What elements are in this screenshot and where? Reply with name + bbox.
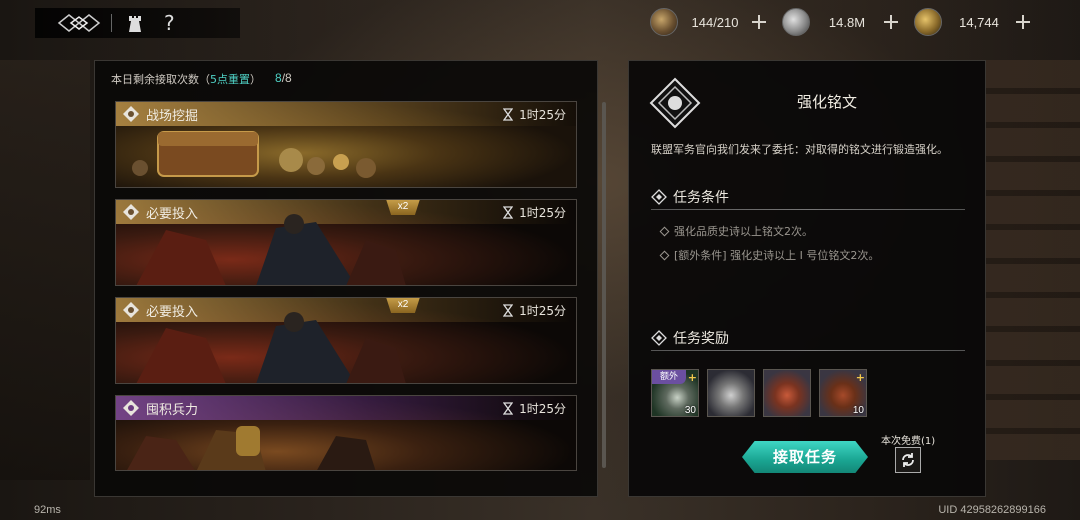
hourglass-icon <box>503 206 514 219</box>
conditions-heading: 任务条件 <box>651 187 729 207</box>
dig-icon <box>123 106 139 122</box>
mission-list: 战场挖掘 1时25分 必要投入 x2 1时25分 必要投入 x2 1时25分 囤… <box>115 101 577 482</box>
reward-plus-icon: + <box>687 371 697 384</box>
daily-count-row: 本日剩余接取次数（5点重置） 8/8 <box>111 71 292 87</box>
tower-icon[interactable] <box>124 12 146 34</box>
mission-title: 战场挖掘 <box>146 108 199 124</box>
add-silver-button[interactable] <box>882 13 900 31</box>
mission-list-panel: 本日剩余接取次数（5点重置） 8/8 战场挖掘 1时25分 必要投入 x2 1时… <box>94 60 598 497</box>
section-diamond-icon <box>651 189 667 205</box>
refresh-button[interactable] <box>895 447 921 473</box>
resource-value: 14.8M <box>828 14 866 30</box>
divider <box>111 14 112 32</box>
mission-timer: 1时25分 <box>503 106 566 123</box>
reward-item[interactable] <box>763 369 811 417</box>
resource-stamina: 144/210 <box>650 8 768 36</box>
mission-description: 联盟军务官向我们发来了委托：对取得的铭文进行锻造强化。 <box>651 143 948 156</box>
axe-icon <box>650 8 678 36</box>
reward-qty: 30 <box>684 405 696 416</box>
rewards-heading: 任务奖励 <box>651 328 729 348</box>
user-id: UID 42958262899166 <box>938 504 1046 516</box>
reward-item[interactable] <box>707 369 755 417</box>
mission-card[interactable]: 战场挖掘 1时25分 <box>115 101 577 188</box>
helmet-icon <box>123 204 139 220</box>
mission-title: 囤积兵力 <box>146 402 199 418</box>
daily-count-value: 8/8 <box>275 71 292 85</box>
mission-timer: 1时25分 <box>503 400 566 417</box>
resource-gold: 14,744 <box>914 8 1032 36</box>
mission-card[interactable]: 必要投入 x2 1时25分 <box>115 199 577 286</box>
mission-timer: 1时25分 <box>503 302 566 319</box>
add-gold-button[interactable] <box>1014 13 1032 31</box>
resource-value: 144/210 <box>691 14 739 30</box>
daily-count-label: 本日剩余接取次数（5点重置） <box>111 73 261 86</box>
condition-item-extra: [额外条件] 强化史诗以上 I 号位铭文2次。 <box>659 247 879 263</box>
extra-reward-tag: 额外 <box>652 370 686 384</box>
help-icon[interactable]: ? <box>164 11 175 35</box>
add-stamina-button[interactable] <box>750 13 768 31</box>
section-divider <box>651 209 965 210</box>
mission-list-scrollbar[interactable] <box>602 102 606 468</box>
reward-item[interactable]: + 10 <box>819 369 867 417</box>
mission-detail-panel: 强化铭文 联盟军务官向我们发来了委托：对取得的铭文进行锻造强化。 任务条件 强化… <box>628 60 986 497</box>
background-shelf <box>985 60 1080 460</box>
resource-silver: 14.8M <box>782 8 900 36</box>
accept-mission-button[interactable]: 接取任务 <box>742 441 868 473</box>
double-reward-badge: x2 <box>386 298 420 313</box>
mission-card[interactable]: 囤积兵力 1时25分 <box>115 395 577 471</box>
background-left <box>0 60 90 480</box>
hourglass-icon <box>503 304 514 317</box>
mission-title: 必要投入 <box>146 206 199 222</box>
gold-shield-icon <box>914 8 942 36</box>
hourglass-icon <box>503 402 514 415</box>
mission-timer: 1时25分 <box>503 204 566 221</box>
resource-bar: 144/210 14.8M 14,744 <box>650 8 1032 36</box>
reward-plus-icon: + <box>855 371 865 384</box>
silver-coin-icon <box>782 8 810 36</box>
resource-value: 14,744 <box>959 14 999 30</box>
latency-readout: 92ms <box>34 504 61 516</box>
top-left-bar: ? <box>35 8 240 38</box>
free-refresh-label: 本次免费(1) <box>881 436 936 447</box>
troops-icon <box>123 400 139 416</box>
section-divider <box>651 350 965 351</box>
section-diamond-icon <box>651 330 667 346</box>
mission-card[interactable]: 必要投入 x2 1时25分 <box>115 297 577 384</box>
hourglass-icon <box>503 108 514 121</box>
reward-qty: 10 <box>852 405 864 416</box>
double-reward-badge: x2 <box>386 200 420 215</box>
helmet-icon <box>123 302 139 318</box>
refresh-icon <box>902 453 914 467</box>
guild-emblem-icon[interactable] <box>55 8 103 38</box>
mission-title: 必要投入 <box>146 304 199 320</box>
reward-list: 额外 + 30 + 10 <box>651 369 867 417</box>
reward-item[interactable]: 额外 + 30 <box>651 369 699 417</box>
mission-detail-title: 强化铭文 <box>796 93 857 111</box>
condition-item: 强化品质史诗以上铭文2次。 <box>659 223 813 239</box>
